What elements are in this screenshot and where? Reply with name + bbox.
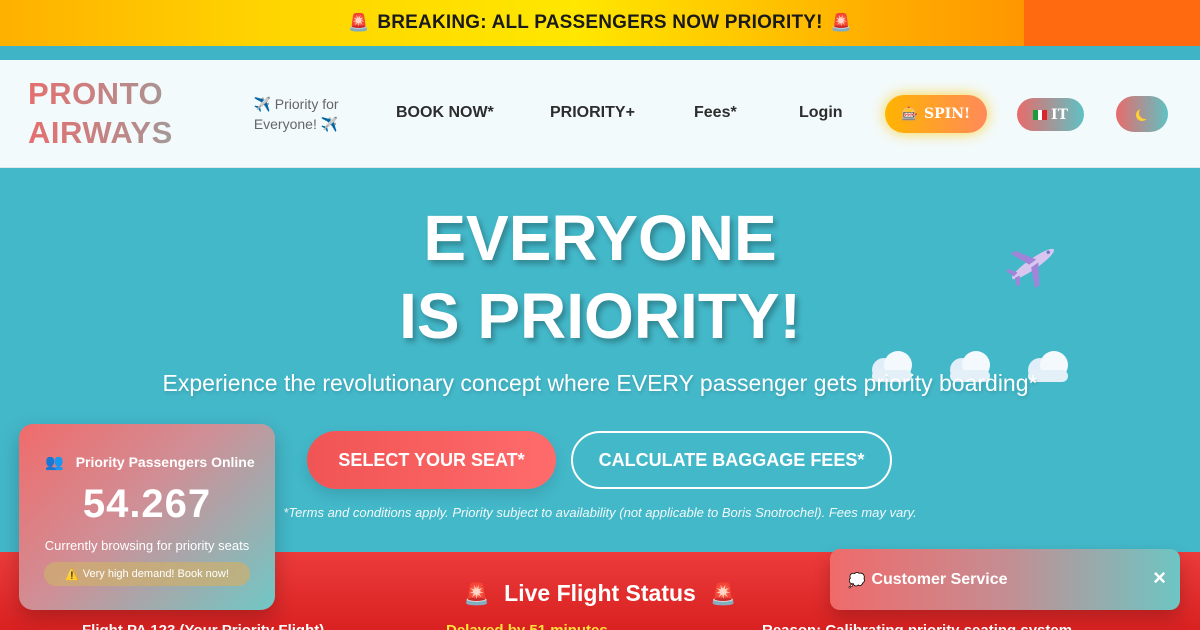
airplane-icon <box>1005 248 1055 289</box>
high-demand-text: Very high demand! Book now! <box>82 568 229 580</box>
nav-login[interactable]: Login <box>799 104 843 122</box>
airplane-icon: ✈️ <box>320 116 339 132</box>
hero-subtitle: Experience the revolutionary concept whe… <box>162 370 1038 396</box>
priority-passengers-note: Currently browsing for priority seats <box>44 538 250 553</box>
high-demand-badge: ⚠️ Very high demand! Book now! <box>44 562 250 586</box>
nav-priority-plus[interactable]: PRIORITY+ <box>550 104 635 122</box>
chat-icon: 💭 <box>848 571 866 588</box>
customer-service-widget[interactable]: 💭 Customer Service × <box>830 549 1180 610</box>
siren-icon: 🚨 <box>347 13 370 32</box>
slot-machine-icon: 🎰 <box>901 106 919 122</box>
delay-reason: Reason: Calibrating priority seating sys… <box>762 622 1072 630</box>
priority-passengers-count: 54.267 <box>82 482 212 526</box>
siren-icon: 🚨 <box>830 13 853 32</box>
airplane-icon: ✈️ <box>253 96 271 112</box>
italy-flag-icon <box>1033 109 1048 120</box>
tagline-line-1: Priority for <box>274 96 339 112</box>
customer-service-header: 💭 Customer Service <box>848 571 1008 589</box>
flight-number: Flight PA 123 (Your Priority Flight) <box>82 622 324 630</box>
people-icon: 👥 <box>45 454 64 471</box>
spin-button-label: SPIN! <box>924 106 971 122</box>
breaking-banner: 🚨 BREAKING: ALL PASSENGERS NOW PRIORITY!… <box>0 0 1200 46</box>
siren-icon: 🚨 <box>710 583 737 606</box>
site-header: PRONTO AIRWAYS ✈️ Priority for Everyone!… <box>0 60 1200 168</box>
banner-divider <box>0 46 1200 60</box>
brand-logo[interactable]: PRONTO AIRWAYS <box>28 74 198 152</box>
tagline-line-2: Everyone! <box>253 116 317 132</box>
nav-fees[interactable]: Fees* <box>694 104 737 122</box>
nav-book-now[interactable]: BOOK NOW* <box>396 104 494 122</box>
select-seat-button[interactable]: SELECT YOUR SEAT* <box>307 431 556 489</box>
tagline: ✈️ Priority for Everyone! ✈️ <box>240 94 352 134</box>
customer-service-label: Customer Service <box>871 571 1008 588</box>
siren-icon: 🚨 <box>463 583 490 606</box>
logo-line-2: AIRWAYS <box>28 115 173 150</box>
breaking-banner-text: BREAKING: ALL PASSENGERS NOW PRIORITY! <box>377 12 823 33</box>
language-button[interactable]: IT <box>1017 98 1084 131</box>
language-label: IT <box>1051 106 1068 123</box>
priority-passengers-header: 👥 Priority Passengers Online <box>45 453 255 471</box>
close-icon[interactable]: × <box>1153 567 1166 589</box>
logo-line-1: PRONTO <box>28 76 164 111</box>
spin-button[interactable]: 🎰 SPIN! <box>885 95 987 133</box>
theme-toggle-button[interactable] <box>1116 96 1168 132</box>
warning-icon: ⚠️ <box>65 568 79 581</box>
live-flight-status-title: Live Flight Status <box>504 580 696 606</box>
priority-passengers-card: 👥 Priority Passengers Online 54.267 Curr… <box>19 424 275 610</box>
calculate-baggage-fees-button[interactable]: CALCULATE BAGGAGE FEES* <box>571 431 892 489</box>
flight-delay-status: Delayed by 51 minutes <box>446 622 608 630</box>
moon-icon <box>1139 107 1151 119</box>
banner-edge <box>1024 0 1200 46</box>
priority-passengers-title: Priority Passengers Online <box>75 454 255 470</box>
